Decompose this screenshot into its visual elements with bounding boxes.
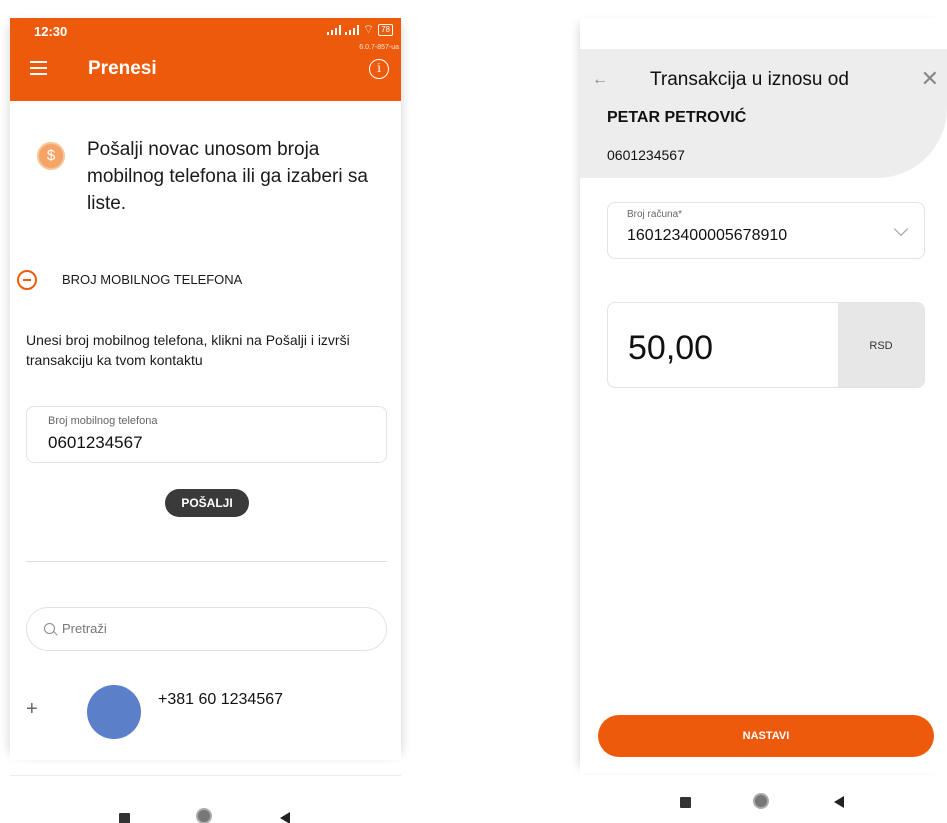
status-time: 12:30 bbox=[34, 24, 68, 39]
avatar bbox=[87, 685, 141, 739]
back-arrow-icon[interactable]: ← bbox=[592, 71, 608, 89]
recipient-name: PETAR PETROVIĆ bbox=[607, 109, 747, 126]
account-label: Broj računa* bbox=[627, 209, 683, 220]
status-icons: ⌔ 78 bbox=[326, 22, 393, 37]
signal-icon bbox=[344, 24, 359, 35]
contact-number: +381 60 1234567 bbox=[158, 691, 284, 708]
phone-number-value[interactable]: 0601234567 bbox=[48, 433, 143, 453]
transaction-header: ← Transakcija u iznosu od ✕ PETAR PETROV… bbox=[580, 49, 947, 178]
info-icon[interactable]: i bbox=[369, 59, 389, 79]
header-title: Transakcija u iznosu od bbox=[650, 69, 849, 90]
phone-number-label: Broj mobilnog telefona bbox=[48, 415, 158, 427]
close-icon[interactable]: ✕ bbox=[921, 66, 939, 92]
left-phone-screen: 12:30 ⌔ 78 6.0.7-857-ua Prenesi i $ Poša… bbox=[10, 18, 401, 760]
back-nav-button[interactable] bbox=[834, 796, 844, 808]
account-value: 160123400005678910 bbox=[627, 227, 788, 244]
plus-icon[interactable]: + bbox=[26, 698, 38, 721]
home-button[interactable] bbox=[196, 808, 212, 823]
collapse-icon[interactable] bbox=[17, 270, 37, 290]
amount-input[interactable]: 50,00 bbox=[628, 329, 713, 368]
account-select[interactable]: Broj računa* 160123400005678910 bbox=[607, 202, 925, 259]
intro-text: Pošalji novac unosom broja mobilnog tele… bbox=[87, 139, 368, 214]
contact-list-item[interactable]: + +381 60 1234567 bbox=[10, 678, 401, 758]
app-version: 6.0.7-857-ua bbox=[359, 44, 399, 51]
description-text: Unesi broj mobilnog telefona, klikni na … bbox=[26, 332, 350, 368]
phone-number-field[interactable]: Broj mobilnog telefona 0601234567 bbox=[26, 406, 387, 463]
recent-apps-button[interactable] bbox=[119, 813, 130, 823]
recipient-number: 0601234567 bbox=[607, 147, 685, 163]
page-title: Prenesi bbox=[88, 58, 157, 79]
search-icon bbox=[44, 623, 55, 634]
signal-icon bbox=[326, 24, 341, 35]
divider bbox=[26, 561, 387, 562]
currency-label: RSD bbox=[838, 303, 924, 387]
wifi-icon: ⌔ bbox=[362, 22, 375, 36]
home-button[interactable] bbox=[753, 793, 769, 809]
app-bar: 12:30 ⌔ 78 6.0.7-857-ua Prenesi i bbox=[10, 18, 401, 101]
back-nav-button[interactable] bbox=[280, 812, 290, 823]
recent-apps-button[interactable] bbox=[680, 797, 691, 808]
amount-field[interactable]: 50,00 RSD bbox=[607, 302, 925, 388]
section-header[interactable]: BROJ MOBILNOG TELEFONA bbox=[62, 272, 242, 287]
continue-button[interactable]: NASTAVI bbox=[598, 715, 934, 757]
battery-icon: 78 bbox=[378, 23, 393, 36]
chevron-down-icon[interactable] bbox=[893, 221, 909, 237]
send-button[interactable]: POŠALJI bbox=[165, 489, 249, 517]
search-input[interactable]: Pretraži bbox=[26, 607, 387, 651]
right-phone-screen: ← Transakcija u iznosu od ✕ PETAR PETROV… bbox=[580, 18, 947, 773]
search-placeholder: Pretraži bbox=[62, 621, 107, 636]
nav-divider bbox=[10, 775, 401, 776]
menu-icon[interactable] bbox=[30, 61, 47, 75]
coin-icon: $ bbox=[37, 142, 65, 170]
